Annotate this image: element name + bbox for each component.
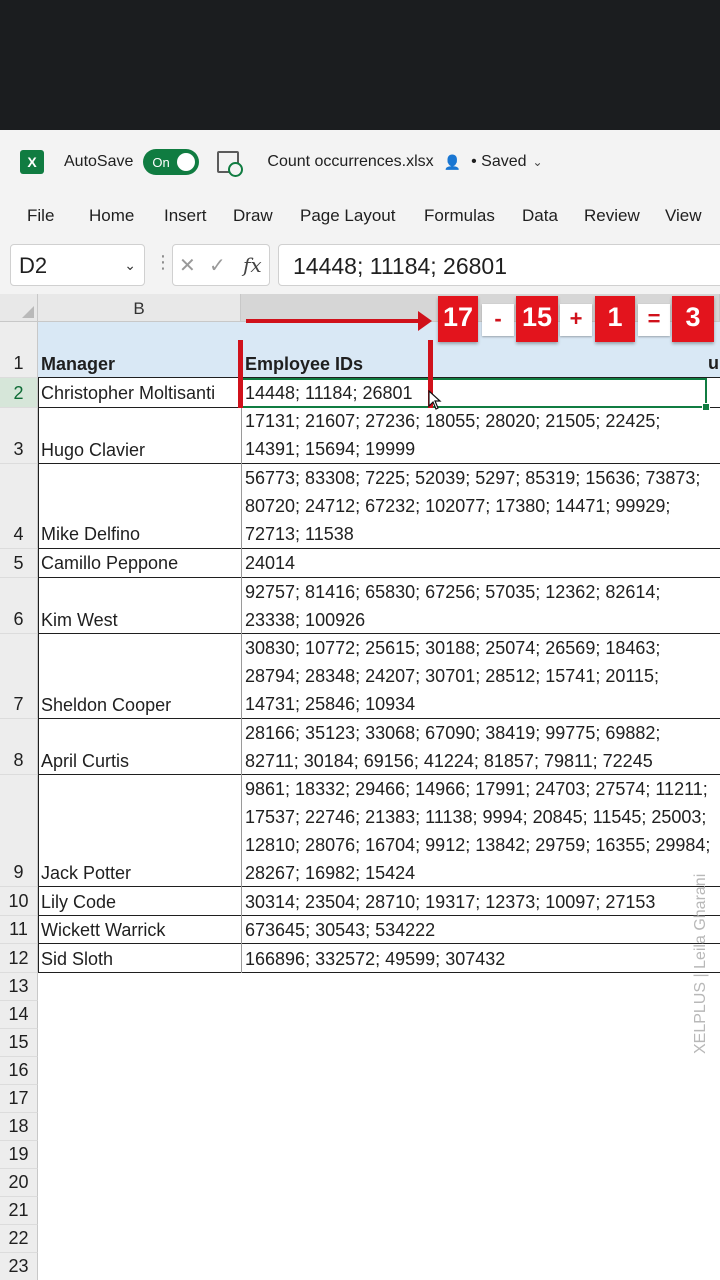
row-header[interactable]: 17 (0, 1085, 38, 1113)
row-header[interactable]: 18 (0, 1113, 38, 1141)
formula-input[interactable]: 14448; 11184; 26801 (278, 244, 720, 286)
cell-b2[interactable]: Christopher Moltisanti (41, 379, 239, 407)
cancel-icon[interactable]: ✕ (179, 253, 196, 278)
cell-b12[interactable]: Sid Sloth (41, 945, 239, 973)
row-header[interactable]: 3 (0, 408, 38, 464)
row-header[interactable]: 1 (0, 322, 38, 378)
row-header[interactable]: 15 (0, 1029, 38, 1057)
people-icon: 👤 (443, 153, 462, 170)
row-header[interactable]: 21 (0, 1197, 38, 1225)
cell-b11[interactable]: Wickett Warrick (41, 916, 239, 944)
chevron-down-icon[interactable]: ⌄ (124, 257, 136, 274)
cell-d1-partial[interactable]: u (708, 353, 719, 374)
row-header[interactable]: 7 (0, 634, 38, 719)
cell-b7[interactable]: Sheldon Cooper (41, 691, 239, 719)
cell-c4[interactable]: 56773; 83308; 7225; 52039; 5297; 85319; … (245, 464, 715, 548)
cell-b9[interactable]: Jack Potter (41, 859, 239, 887)
toggle-knob (177, 153, 196, 171)
watermark: XELPLUS | Leila Gharani (692, 873, 709, 1054)
formula-bar: D2 ⌄ ⋮ ✕ ✓ fx 14448; 11184; 26801 (0, 236, 720, 294)
ribbon-tabs: File Home Insert Draw Page Layout Formul… (0, 194, 720, 236)
file-name[interactable]: Count occurrences.xlsx (267, 153, 433, 171)
arrow-right-icon (418, 311, 432, 331)
cell-b5[interactable]: Camillo Peppone (41, 549, 239, 577)
title-bar: X AutoSave On Count occurrences.xlsx 👤 •… (0, 130, 720, 194)
cell-c1[interactable]: Employee IDs (245, 350, 715, 378)
video-top-band (0, 0, 720, 130)
autosave-label: AutoSave (64, 153, 134, 170)
cell-c5[interactable]: 24014 (245, 549, 715, 577)
row-header[interactable]: 12 (0, 944, 38, 973)
tab-file[interactable]: File (27, 206, 54, 226)
tab-page-layout[interactable]: Page Layout (300, 206, 395, 226)
cell-c10[interactable]: 30314; 23504; 28710; 19317; 12373; 10097… (245, 888, 715, 916)
row-header[interactable]: 23 (0, 1253, 38, 1280)
row-header[interactable]: 20 (0, 1169, 38, 1197)
column-header-b[interactable]: B (38, 294, 241, 322)
row-header[interactable]: 22 (0, 1225, 38, 1253)
equation-plus: + (560, 304, 592, 336)
equation-equals: = (638, 304, 670, 336)
cell-b10[interactable]: Lily Code (41, 888, 239, 916)
cell-b6[interactable]: Kim West (41, 606, 239, 634)
cell-c9[interactable]: 9861; 18332; 29466; 14966; 17991; 24703;… (245, 775, 715, 887)
formula-buttons: ✕ ✓ fx (172, 244, 270, 286)
autosave-toggle[interactable]: On (143, 149, 200, 175)
equation-minus: - (482, 304, 514, 336)
autosave-state: On (152, 154, 170, 170)
name-box-value: D2 (19, 253, 48, 278)
tab-data[interactable]: Data (522, 206, 558, 226)
cell-b4[interactable]: Mike Delfino (41, 520, 239, 548)
row-header[interactable]: 8 (0, 719, 38, 775)
row-header[interactable]: 10 (0, 887, 38, 916)
select-all-corner[interactable] (0, 294, 38, 322)
tab-draw[interactable]: Draw (233, 206, 273, 226)
row-header[interactable]: 9 (0, 775, 38, 887)
tab-view[interactable]: View (665, 206, 702, 226)
row-header[interactable]: 2 (0, 378, 38, 408)
tab-insert[interactable]: Insert (164, 206, 207, 226)
confirm-icon[interactable]: ✓ (209, 253, 226, 278)
more-options-icon[interactable]: ⋮ (154, 252, 172, 273)
annotation-arrow (246, 319, 422, 323)
saved-status[interactable]: • Saved (471, 153, 526, 171)
row-header[interactable]: 6 (0, 578, 38, 634)
column-border (38, 378, 39, 973)
row-header[interactable]: 14 (0, 1001, 38, 1029)
cell-c3[interactable]: 17131; 21607; 27236; 18055; 28020; 21505… (245, 407, 715, 463)
mouse-cursor-icon (428, 390, 442, 410)
equation-value-b: 15 (516, 296, 558, 342)
row-header[interactable]: 5 (0, 549, 38, 578)
cell-c8[interactable]: 28166; 35123; 33068; 67090; 38419; 99775… (245, 719, 715, 775)
selected-cell-outline[interactable] (241, 378, 707, 408)
function-icon[interactable]: fx (243, 253, 262, 277)
tab-formulas[interactable]: Formulas (424, 206, 495, 226)
save-icon[interactable] (217, 151, 244, 177)
cell-c12[interactable]: 166896; 332572; 49599; 307432 (245, 945, 715, 973)
row-header[interactable]: 16 (0, 1057, 38, 1085)
name-box[interactable]: D2 ⌄ (10, 244, 145, 286)
chevron-down-icon[interactable]: ⌄ (533, 155, 543, 169)
cell-c6[interactable]: 92757; 81416; 65830; 67256; 57035; 12362… (245, 578, 715, 634)
equation-value-a: 17 (438, 296, 478, 342)
spreadsheet-grid: B 1 2 3 4 5 6 7 8 9 10 11 12 13 14 15 16… (0, 294, 720, 1280)
tab-review[interactable]: Review (584, 206, 640, 226)
equation-result: 3 (672, 296, 714, 342)
row-header[interactable]: 19 (0, 1141, 38, 1169)
tab-home[interactable]: Home (89, 206, 134, 226)
cell-c7[interactable]: 30830; 10772; 25615; 30188; 25074; 26569… (245, 634, 715, 718)
row-header[interactable]: 11 (0, 916, 38, 944)
cell-b3[interactable]: Hugo Clavier (41, 436, 239, 464)
row-header[interactable]: 4 (0, 464, 38, 549)
excel-logo-icon: X (20, 150, 48, 174)
row-header[interactable]: 13 (0, 973, 38, 1001)
equation-value-c: 1 (595, 296, 635, 342)
cell-b1[interactable]: Manager (41, 350, 239, 378)
cell-b8[interactable]: April Curtis (41, 747, 239, 775)
column-border (241, 378, 242, 973)
cell-c11[interactable]: 673645; 30543; 534222 (245, 916, 715, 944)
annotation-start-marker (238, 340, 243, 408)
fill-handle[interactable] (702, 403, 710, 411)
